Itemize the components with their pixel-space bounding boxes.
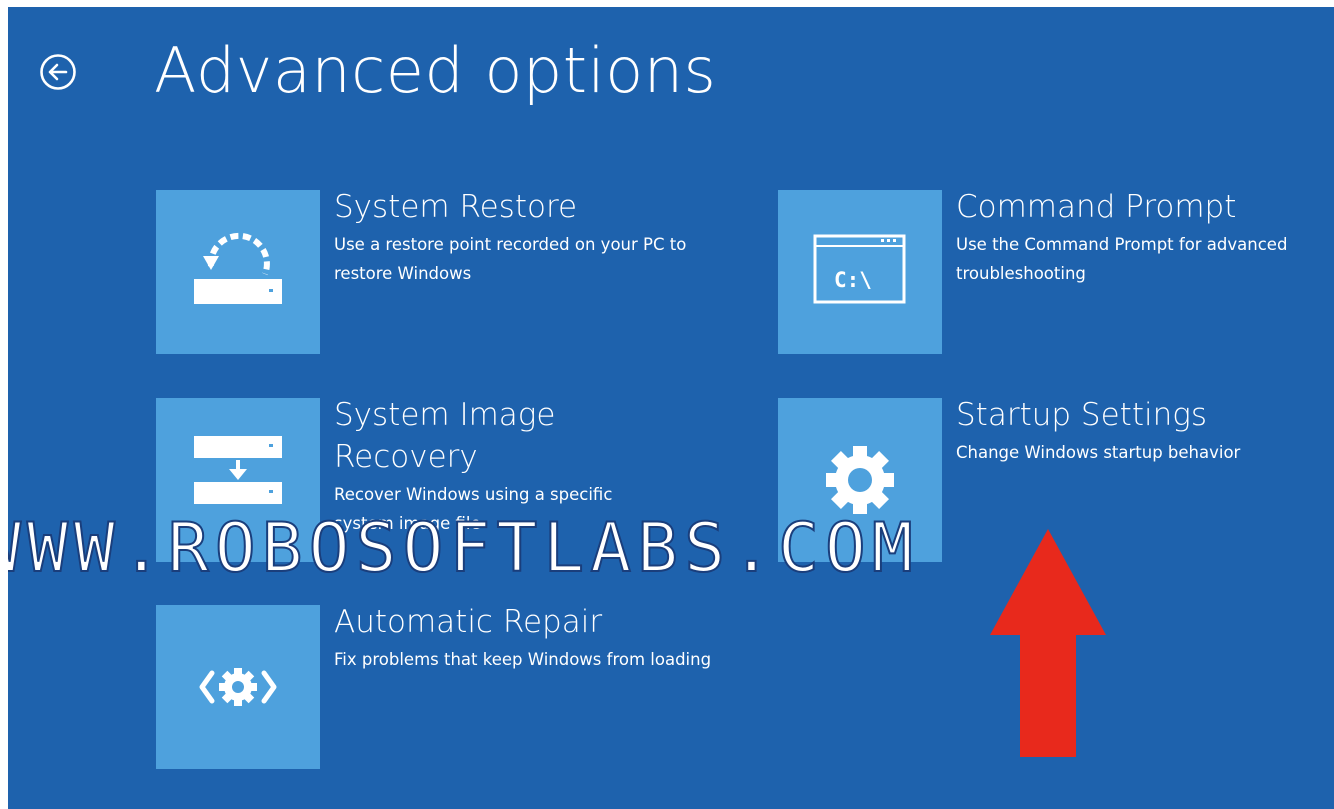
command-prompt-option[interactable]: C:\ Command Prompt Use the Command Promp… [778, 189, 1334, 354]
page-title: Advanced options [154, 34, 717, 107]
option-description: Fix problems that keep Windows from load… [334, 650, 712, 669]
option-title: Command Prompt [956, 189, 1237, 225]
automatic-repair-option[interactable]: Automatic Repair Fix problems that keep … [156, 604, 876, 769]
automatic-repair-icon [156, 605, 320, 769]
option-title: System Image Recovery [334, 397, 556, 475]
system-image-recovery-icon [156, 398, 320, 562]
advanced-options-screen: Advanced options System Restore Use a re… [8, 7, 1334, 809]
back-button[interactable] [38, 52, 78, 92]
command-prompt-icon-text: C:\ [834, 268, 872, 292]
gear-icon [778, 398, 942, 562]
option-description: Use the Command Prompt for advanced trou… [956, 235, 1288, 283]
command-prompt-icon: C:\ [778, 190, 942, 354]
option-description: Use a restore point recorded on your PC … [334, 235, 687, 283]
back-arrow-icon [40, 54, 76, 90]
option-title: Automatic Repair [334, 604, 603, 640]
option-title: System Restore [334, 189, 578, 225]
option-title: Startup Settings [956, 397, 1207, 433]
option-description: Change Windows startup behavior [956, 443, 1241, 462]
system-restore-icon [156, 190, 320, 354]
system-image-recovery-option[interactable]: System Image Recovery Recover Windows us… [156, 397, 876, 562]
option-description: Recover Windows using a specific system … [334, 485, 613, 533]
startup-settings-option[interactable]: Startup Settings Change Windows startup … [778, 397, 1334, 562]
system-restore-option[interactable]: System Restore Use a restore point recor… [156, 189, 876, 354]
